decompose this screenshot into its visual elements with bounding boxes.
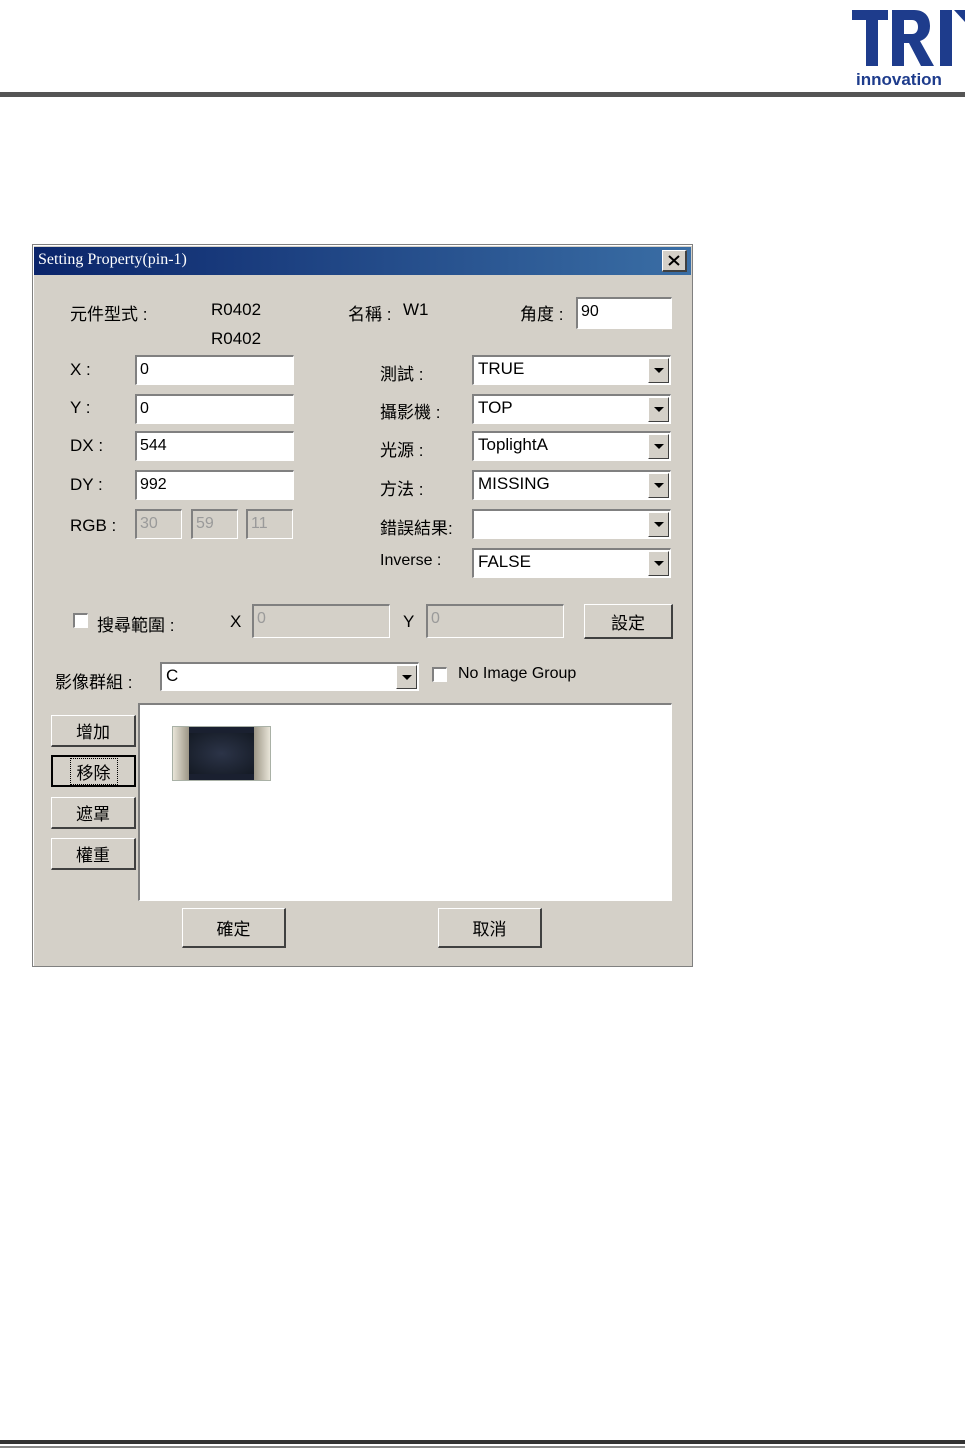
inverse-select-value: FALSE (478, 552, 531, 571)
error-result-select[interactable] (472, 509, 671, 539)
dx-label: DX : (70, 436, 104, 455)
footer-divider-thin (0, 1446, 965, 1448)
chevron-down-icon[interactable] (396, 665, 417, 689)
image-group-select[interactable]: C (160, 662, 419, 691)
error-result-label: 錯誤結果: (380, 519, 453, 538)
tri-innovation-logo: innovation (852, 10, 965, 89)
angle-label: 角度 : (520, 305, 564, 324)
chevron-down-icon[interactable] (648, 473, 669, 498)
search-range-label: 搜尋範圍 : (97, 616, 175, 635)
camera-select-value: TOP (478, 398, 513, 417)
camera-label: 攝影機 : (380, 403, 441, 422)
no-image-group-label: No Image Group (458, 665, 577, 682)
rgb-b-input: 11 (246, 509, 293, 539)
inverse-label: Inverse : (380, 552, 442, 569)
chevron-down-icon[interactable] (648, 358, 669, 383)
chevron-down-icon[interactable] (648, 434, 669, 459)
light-select-value: ToplightA (478, 435, 548, 454)
component-type-label: 元件型式 : (70, 305, 148, 324)
component-image-thumbnail[interactable] (172, 726, 271, 781)
test-select-value: TRUE (478, 359, 525, 378)
component-type-value-2: R0402 (211, 329, 262, 348)
camera-select[interactable]: TOP (472, 394, 671, 424)
test-select[interactable]: TRUE (472, 355, 671, 385)
method-select-value: MISSING (478, 474, 550, 493)
x-label: X : (70, 360, 91, 379)
weight-button[interactable]: 權重 (51, 838, 136, 870)
chevron-down-icon[interactable] (648, 512, 669, 537)
image-group-label: 影像群組 : (55, 673, 133, 692)
footer-divider (0, 1440, 965, 1444)
remove-button-label: 移除 (69, 757, 118, 785)
dx-input[interactable]: 544 (135, 431, 294, 461)
dy-label: DY : (70, 475, 103, 494)
y-input[interactable]: 0 (135, 394, 294, 424)
remove-button[interactable]: 移除 (51, 755, 136, 787)
rgb-g-input: 59 (191, 509, 238, 539)
x-input[interactable]: 0 (135, 355, 294, 385)
dialog-title: Setting Property(pin-1) (38, 251, 187, 268)
name-label: 名稱 : (348, 305, 392, 324)
close-icon (668, 255, 680, 266)
angle-input[interactable]: 90 (576, 297, 672, 329)
component-type-value: R0402 (211, 300, 262, 319)
rgb-r-input: 30 (135, 509, 182, 539)
y-label: Y : (70, 398, 91, 417)
search-range-checkbox[interactable] (73, 613, 88, 628)
test-label: 測試 : (380, 365, 424, 384)
search-x-label: X (230, 612, 242, 631)
inverse-select[interactable]: FALSE (472, 548, 671, 578)
mask-button[interactable]: 遮罩 (51, 797, 136, 829)
name-value: W1 (403, 300, 429, 319)
chevron-down-icon[interactable] (648, 397, 669, 422)
add-button[interactable]: 增加 (51, 715, 136, 747)
search-y-input: 0 (426, 604, 564, 638)
method-select[interactable]: MISSING (472, 470, 671, 500)
close-button[interactable] (662, 250, 687, 272)
image-group-select-value: C (166, 666, 179, 685)
chevron-down-icon[interactable] (648, 551, 669, 576)
light-select[interactable]: ToplightA (472, 431, 671, 461)
ok-button[interactable]: 確定 (182, 908, 286, 948)
dy-input[interactable]: 992 (135, 470, 294, 500)
set-button[interactable]: 設定 (584, 604, 673, 639)
search-x-input: 0 (252, 604, 390, 638)
method-label: 方法 : (380, 480, 424, 499)
cancel-button[interactable]: 取消 (438, 908, 542, 948)
svg-text:innovation: innovation (856, 70, 942, 89)
no-image-group-checkbox[interactable] (432, 667, 447, 682)
header-divider (0, 92, 965, 97)
search-y-label: Y (403, 612, 415, 631)
light-label: 光源 : (380, 441, 424, 460)
rgb-label: RGB : (70, 516, 117, 535)
